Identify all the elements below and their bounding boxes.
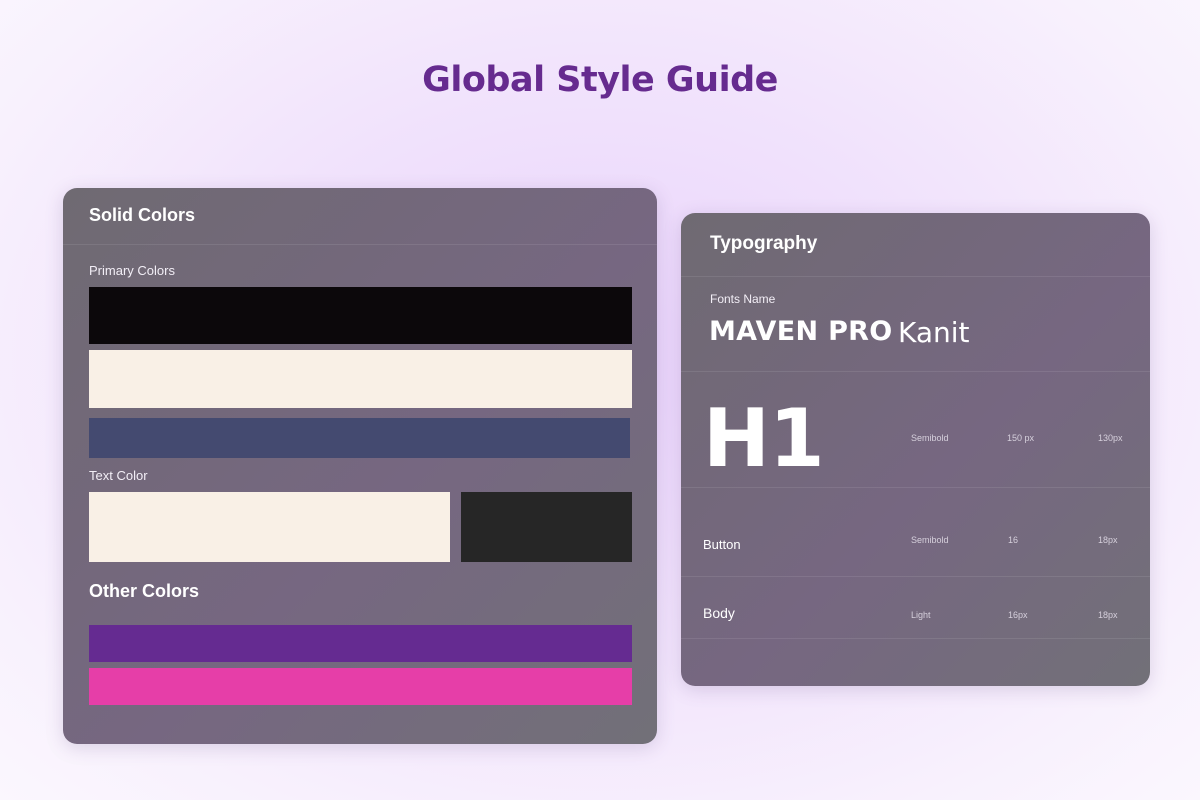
- typography-title: Typography: [681, 213, 1150, 277]
- typography-divider-4: [681, 638, 1150, 639]
- button-size: 16: [1008, 535, 1019, 545]
- h1-weight: Semibold: [911, 433, 949, 443]
- body-weight: Light: [911, 610, 931, 620]
- text-color-swatch-light: [89, 492, 450, 562]
- font-sample-maven-pro: MAVEN PRO: [709, 316, 893, 347]
- primary-colors-label: Primary Colors: [89, 263, 175, 278]
- text-color-swatch-dark: [461, 492, 632, 562]
- h1-size: 150 px: [1007, 433, 1035, 443]
- h1-sample: H1: [703, 392, 825, 485]
- body-size: 16px: [1008, 610, 1028, 620]
- primary-swatch-3: [89, 418, 630, 458]
- font-sample-kanit: Kanit: [898, 316, 970, 349]
- button-style-name: Button: [703, 537, 741, 552]
- body-style-name: Body: [703, 605, 735, 621]
- typography-card: Typography Fonts Name MAVEN PRO Kanit H1…: [681, 213, 1150, 686]
- solid-colors-title: Solid Colors: [63, 188, 657, 245]
- other-colors-title: Other Colors: [89, 581, 200, 601]
- text-color-label: Text Color: [89, 468, 148, 483]
- primary-swatch-2: [89, 350, 632, 408]
- h1-line-height: 130px: [1098, 433, 1123, 443]
- typography-divider-1: [681, 371, 1150, 372]
- body-line-height: 18px: [1098, 610, 1118, 620]
- primary-swatch-1: [89, 287, 632, 344]
- solid-colors-card: Solid Colors Primary Colors Text Color O…: [63, 188, 657, 744]
- button-weight: Semibold: [911, 535, 949, 545]
- other-swatch-pink: [89, 668, 632, 705]
- other-swatch-purple: [89, 625, 632, 662]
- typography-divider-2: [681, 487, 1150, 488]
- fonts-name-label: Fonts Name: [710, 292, 776, 306]
- button-line-height: 18px: [1098, 535, 1118, 545]
- typography-divider-3: [681, 576, 1150, 577]
- page-title: Global Style Guide: [422, 60, 778, 100]
